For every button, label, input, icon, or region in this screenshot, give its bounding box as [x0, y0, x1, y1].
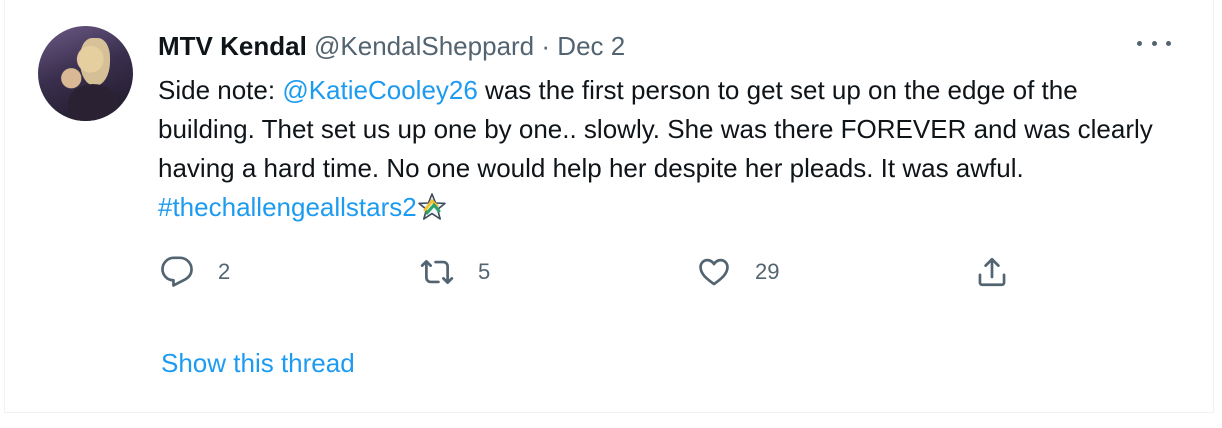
star-emoji-icon [417, 193, 446, 220]
like-count: 29 [755, 259, 780, 284]
author-name[interactable]: MTV Kendal [158, 31, 307, 61]
share-icon [978, 257, 1006, 287]
more-dot [1151, 40, 1157, 46]
tweet-header: MTV Kendal @KendalSheppard · Dec 2 [158, 30, 625, 62]
avatar-hair [80, 38, 110, 86]
retweet-button[interactable]: 5 [420, 252, 490, 292]
more-horizontal-icon[interactable] [1137, 36, 1171, 50]
reply-button[interactable]: 2 [160, 252, 230, 292]
header-separator: · [541, 31, 551, 61]
tweet-text-part: Side note: [158, 75, 283, 105]
like-button[interactable]: 29 [697, 252, 779, 292]
avatar-body [68, 84, 118, 121]
reply-icon [161, 256, 193, 287]
tweet-actions: 2 5 29 [160, 252, 1060, 292]
retweet-count: 5 [478, 259, 491, 284]
more-dot [1166, 40, 1171, 46]
author-handle[interactable]: @KendalSheppard [314, 31, 534, 61]
reply-count: 2 [218, 259, 231, 284]
tweet-card[interactable]: MTV Kendal @KendalSheppard · Dec 2 Side … [4, 0, 1214, 413]
tweet-date[interactable]: Dec 2 [557, 31, 625, 61]
avatar[interactable] [38, 26, 133, 121]
more-dot [1137, 40, 1142, 46]
hashtag-link[interactable]: #thechallengeallstars2 [158, 192, 417, 222]
retweet-icon [420, 260, 454, 284]
show-thread-link[interactable]: Show this thread [161, 345, 355, 381]
mention-link[interactable]: @KatieCooley26 [282, 75, 478, 105]
heart-icon [699, 258, 729, 286]
share-button[interactable] [975, 252, 1009, 292]
tweet-text: Side note: @KatieCooley26 was the first … [158, 71, 1168, 227]
